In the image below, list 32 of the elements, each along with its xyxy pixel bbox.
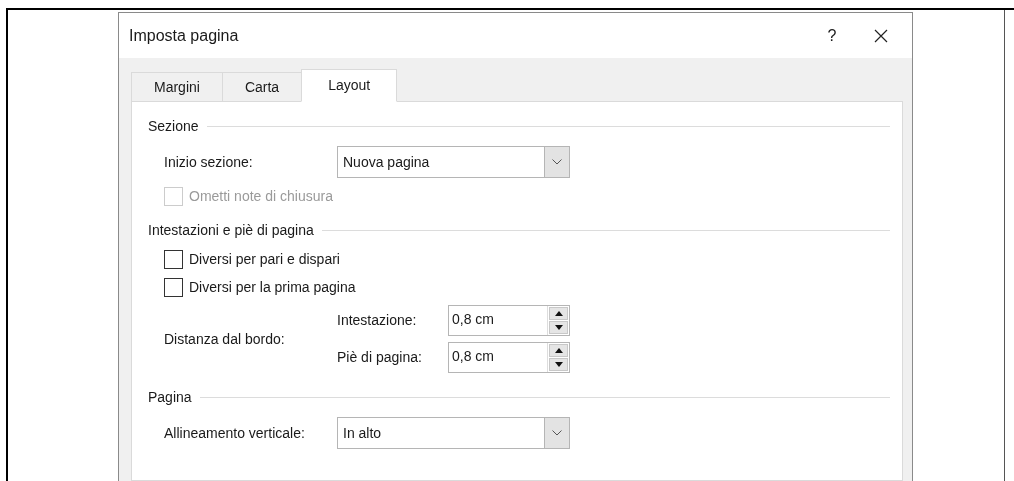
section-heading: Pagina — [148, 388, 192, 407]
spin-down-button[interactable] — [549, 358, 568, 371]
field-label: Piè di pagina: — [337, 348, 423, 367]
spin-up-button[interactable] — [549, 307, 568, 320]
field-label: Distanza dal bordo: — [164, 329, 286, 349]
spin-up-button[interactable] — [549, 344, 568, 357]
checkbox-label: Diversi per pari e dispari — [189, 249, 340, 269]
chevron-down-icon — [552, 159, 562, 165]
section-heading: Sezione — [148, 117, 199, 136]
window-title: Imposta pagina — [129, 25, 239, 46]
tab[interactable]: Margini — [131, 72, 223, 101]
spin-field[interactable]: 0,8 cm — [448, 305, 570, 336]
checkbox[interactable] — [164, 277, 183, 297]
checkbox-label: Ometti note di chiusura — [189, 186, 333, 206]
spin-down-button[interactable] — [549, 321, 568, 334]
tab[interactable]: Layout — [301, 69, 398, 102]
triangle-up-icon — [554, 311, 563, 316]
triangle-up-icon — [554, 348, 563, 353]
help-button[interactable]: ? — [812, 19, 852, 52]
checkbox-label: Diversi per la prima pagina — [189, 277, 356, 297]
close-icon — [874, 28, 888, 43]
spin-field[interactable]: 0,8 cm — [448, 342, 570, 373]
field-label: Inizio sezione: — [164, 152, 254, 172]
dropdown[interactable]: Nuova pagina — [337, 146, 570, 178]
field-label: Allineamento verticale: — [164, 423, 306, 443]
checkbox[interactable] — [164, 249, 183, 269]
chevron-down-icon — [552, 430, 562, 436]
dropdown[interactable]: In alto — [337, 417, 570, 449]
field-label: Intestazione: — [337, 311, 418, 330]
triangle-down-icon — [554, 362, 563, 367]
triangle-down-icon — [554, 325, 563, 330]
section-heading: Intestazioni e piè di pagina — [148, 221, 314, 240]
